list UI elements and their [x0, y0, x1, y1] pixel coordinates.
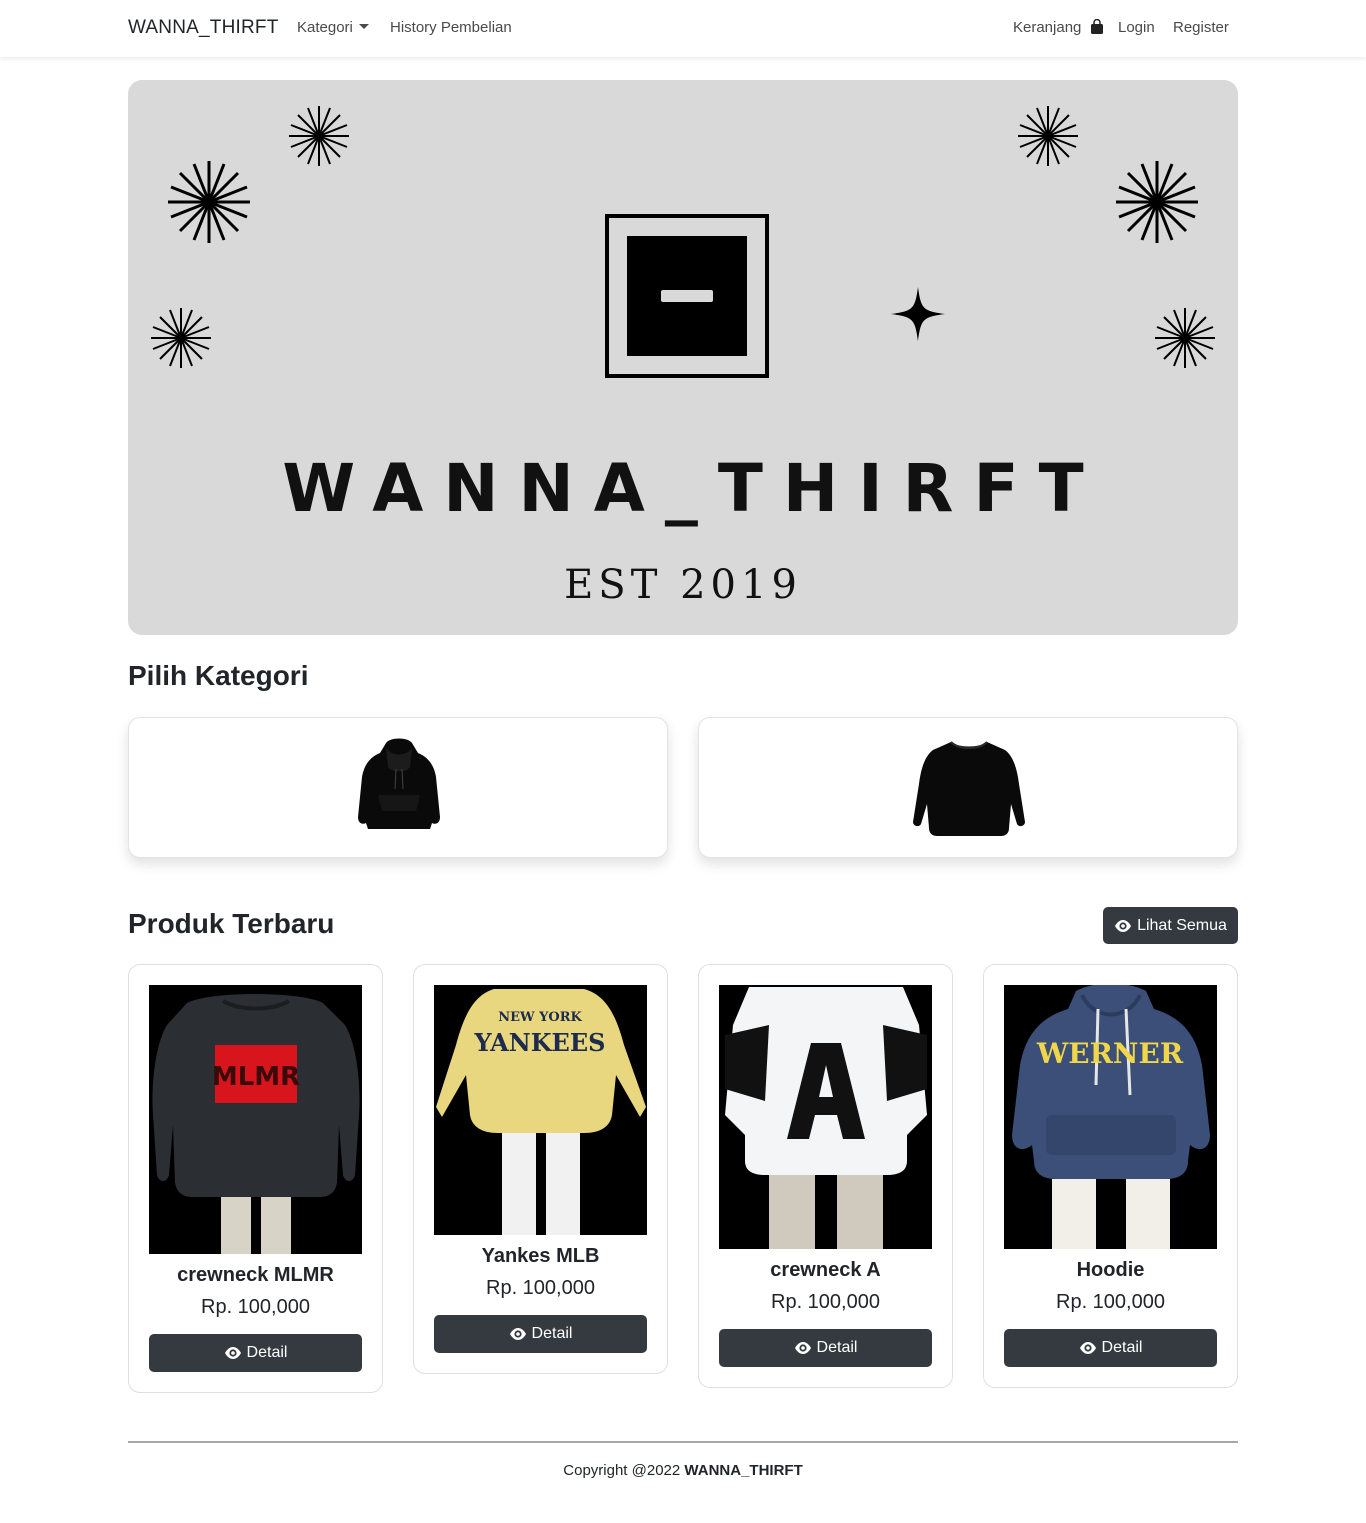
nav-kategori-dropdown[interactable]: Kategori	[297, 19, 369, 36]
chevron-down-icon	[358, 24, 369, 29]
product-name: Yankes MLB	[481, 1245, 600, 1267]
brand-logo[interactable]: WANNA_THIRFT	[128, 17, 279, 39]
detail-button[interactable]: Detail	[719, 1329, 932, 1367]
lihat-semua-label: Lihat Semua	[1137, 916, 1227, 934]
svg-text:MLMR: MLMR	[212, 1062, 300, 1092]
lihat-semua-button[interactable]: Lihat Semua	[1103, 907, 1238, 944]
hero-est: EST 2019	[564, 562, 802, 608]
footer-brand: WANNA_THIRFT	[684, 1462, 803, 1479]
detail-button[interactable]: Detail	[1004, 1329, 1217, 1367]
nav-kategori-label: Kategori	[297, 19, 353, 36]
footer-copyright: Copyright @2022	[563, 1462, 681, 1479]
svg-text:NEW YORK: NEW YORK	[498, 1010, 582, 1025]
eye-icon	[794, 1342, 811, 1354]
eye-icon	[1115, 919, 1132, 932]
eye-icon	[1079, 1342, 1096, 1354]
footer-divider	[128, 1441, 1238, 1443]
detail-label: Detail	[1101, 1339, 1143, 1356]
section-title-kategori: Pilih Kategori	[128, 660, 309, 691]
product-name: Hoodie	[1076, 1259, 1145, 1281]
product-price: Rp. 100,000	[1056, 1291, 1165, 1313]
crewneck-icon	[913, 741, 1025, 836]
nav-history[interactable]: History Pembelian	[390, 19, 512, 36]
detail-label: Detail	[246, 1344, 288, 1361]
section-title-produk: Produk Terbaru	[128, 908, 335, 939]
product-price: Rp. 100,000	[771, 1291, 880, 1313]
product-card: WERNER Hoodie Rp. 100,000 Detail	[983, 964, 1238, 1388]
product-image[interactable]: WERNER	[1004, 985, 1217, 1249]
sparkle-icon	[891, 287, 945, 341]
hero-title: WANNA_THIRFT	[282, 450, 1104, 527]
hero-banner: WANNA_THIRFT EST 2019	[128, 80, 1238, 635]
product-card: crewneck A Rp. 100,000 Detail	[698, 964, 953, 1388]
starburst-icon	[168, 161, 250, 243]
starburst-icon	[1018, 106, 1078, 166]
hoodie-icon	[358, 738, 440, 829]
product-image[interactable]: MLMR	[149, 985, 362, 1254]
detail-button[interactable]: Detail	[434, 1315, 647, 1353]
product-image[interactable]: NEW YORK YANKEES	[434, 985, 647, 1235]
nav-register[interactable]: Register	[1173, 19, 1229, 36]
detail-label: Detail	[816, 1339, 858, 1356]
product-price: Rp. 100,000	[201, 1296, 310, 1318]
nav-login[interactable]: Login	[1118, 19, 1155, 36]
navbar: WANNA_THIRFT Kategori History Pembelian …	[0, 0, 1366, 57]
detail-button[interactable]: Detail	[149, 1334, 362, 1372]
footer: Copyright @2022 WANNA_THIRFT	[0, 1462, 1366, 1479]
nav-cart[interactable]: Keranjang	[1013, 19, 1104, 36]
product-image[interactable]	[719, 985, 932, 1249]
product-price: Rp. 100,000	[486, 1277, 595, 1299]
brand-logo-mark	[605, 214, 769, 378]
product-name: crewneck MLMR	[177, 1264, 334, 1286]
starburst-icon	[151, 308, 211, 368]
product-name: crewneck A	[770, 1259, 881, 1281]
svg-text:WERNER: WERNER	[1036, 1037, 1184, 1070]
eye-icon	[509, 1328, 526, 1340]
starburst-icon	[1155, 308, 1215, 368]
category-card-hoodie[interactable]	[128, 717, 668, 858]
detail-label: Detail	[531, 1325, 573, 1342]
starburst-icon	[1116, 161, 1198, 243]
shopping-bag-icon	[1090, 19, 1103, 34]
eye-icon	[224, 1347, 241, 1359]
svg-text:YANKEES: YANKEES	[474, 1028, 606, 1057]
nav-cart-label: Keranjang	[1013, 19, 1082, 36]
starburst-icon	[289, 106, 349, 166]
category-card-crewneck[interactable]	[698, 717, 1238, 858]
product-card: MLMR crewneck MLMR Rp. 100,000 Detail	[128, 964, 383, 1393]
product-card: NEW YORK YANKEES Yankes MLB Rp. 100,000 …	[413, 964, 668, 1374]
